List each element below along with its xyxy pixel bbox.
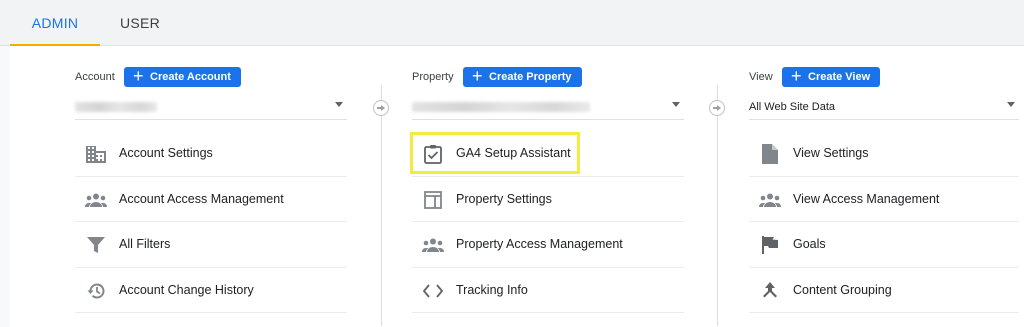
people-icon [759,189,781,211]
menu-item-label: Property Settings [456,191,552,206]
view-selected-value: All Web Site Data [749,101,836,113]
create-account-label: Create Account [150,71,231,83]
property-name-redacted [412,102,590,112]
arrow-right-circle-icon [709,100,725,116]
view-header: View [749,71,773,83]
goals-link[interactable]: Goals [749,222,1019,268]
tab-admin-label: ADMIN [31,15,79,31]
people-icon [85,189,107,211]
menu-item-label: View Access Management [793,191,940,206]
property-header: Property [412,71,454,83]
history-icon [85,280,107,302]
flag-icon [759,234,781,256]
tab-admin[interactable]: ADMIN [10,0,100,46]
account-name-redacted [75,102,157,112]
chevron-down-icon [672,102,680,107]
grouping-icon [759,280,781,302]
property-column: Property + Create Property GA4 Setup Ass… [412,46,687,327]
account-settings-link[interactable]: Account Settings [75,131,347,177]
create-view-button[interactable]: + Create View [782,66,881,87]
account-column: Account + Create Account Account Setting… [75,46,350,327]
account-header: Account [75,71,115,83]
view-settings-link[interactable]: View Settings [749,131,1019,177]
menu-item-label: Account Change History [119,282,254,297]
plus-icon: + [791,66,802,86]
document-icon [759,143,781,165]
left-gutter [0,46,10,327]
chevron-down-icon [335,102,343,107]
building-icon [85,143,107,165]
account-selector[interactable] [75,98,347,120]
all-filters-link[interactable]: All Filters [75,222,347,268]
layout-icon [422,189,444,211]
tab-user[interactable]: USER [110,0,170,46]
view-access-management-link[interactable]: View Access Management [749,177,1019,222]
view-selector[interactable]: All Web Site Data [749,98,1019,120]
plus-icon: + [472,66,483,86]
filter-icon [85,234,107,256]
plus-icon: + [133,66,144,86]
create-property-label: Create Property [489,71,572,83]
menu-item-label: Account Settings [119,146,213,160]
account-menu: Account Settings Account Access Manageme… [75,131,347,313]
people-icon [422,234,444,256]
property-settings-link[interactable]: Property Settings [412,177,684,222]
view-menu: View Settings View Access Management Goa… [749,131,1019,313]
content-grouping-link[interactable]: Content Grouping [749,268,1019,313]
view-column: View + Create View All Web Site Data Vie… [749,46,1024,327]
tracking-info-link[interactable]: Tracking Info [412,268,684,313]
column-divider [717,85,718,326]
code-icon [422,280,444,302]
create-account-button[interactable]: + Create Account [124,67,241,87]
account-access-management-link[interactable]: Account Access Management [75,177,347,222]
menu-item-label: Tracking Info [456,282,528,297]
tab-user-label: USER [119,15,161,31]
account-change-history-link[interactable]: Account Change History [75,268,347,313]
menu-item-label: View Settings [793,146,869,160]
menu-item-label: Property Access Management [456,237,623,251]
create-property-button[interactable]: + Create Property [463,67,582,87]
admin-tab-bar: ADMIN USER [0,0,1024,46]
property-access-management-link[interactable]: Property Access Management [412,222,684,268]
menu-item-label: Goals [793,237,826,251]
arrow-right-circle-icon [373,100,389,116]
menu-item-label: Content Grouping [793,282,892,297]
menu-item-label: All Filters [119,237,171,251]
property-selector[interactable] [412,98,684,120]
create-view-label: Create View [808,71,871,83]
column-divider [381,85,382,326]
ga4-setup-highlight [410,132,580,174]
chevron-down-icon [1007,102,1015,107]
menu-item-label: Account Access Management [119,191,284,206]
